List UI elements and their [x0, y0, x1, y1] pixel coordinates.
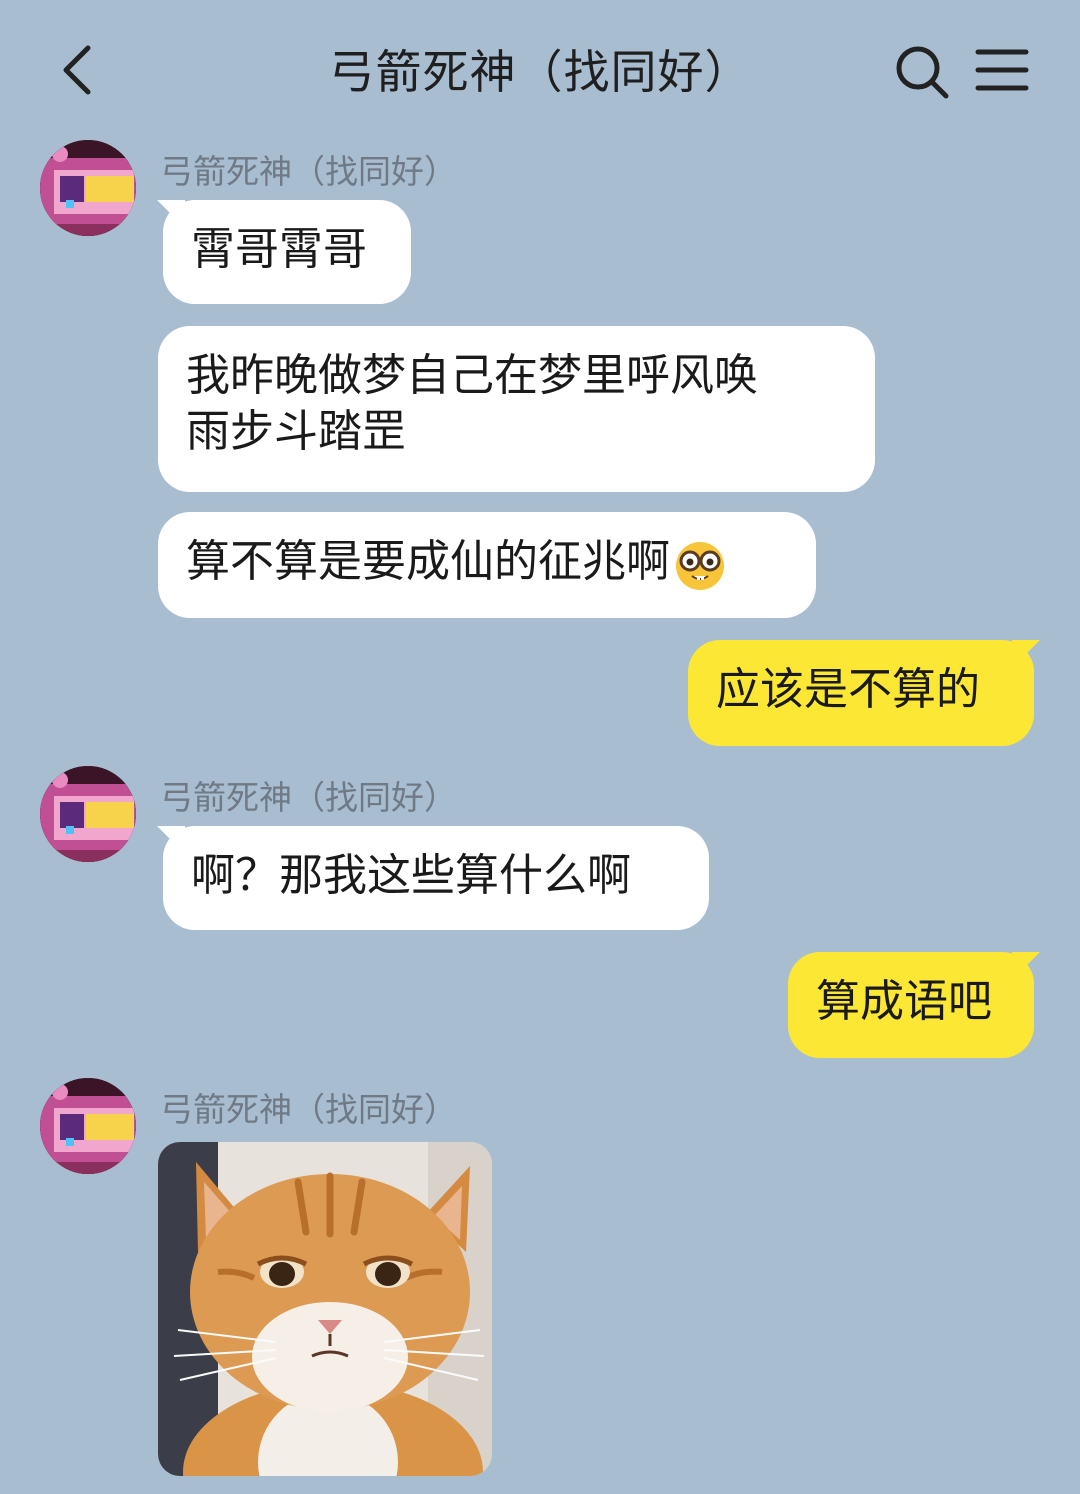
message-bubble[interactable]: 我昨晚做梦自己在梦里呼风唤 雨步斗踏罡 [158, 326, 875, 492]
message-text: 霄哥霄哥 [191, 224, 367, 275]
sender-name: 弓箭死神（找同好） [160, 778, 457, 817]
message-text-line: 我昨晚做梦自己在梦里呼风唤 [186, 350, 758, 401]
nerd-face-emoji-icon [676, 542, 724, 590]
message-bubble-outgoing[interactable]: 算成语吧 [788, 952, 1034, 1058]
message-text: 算不算是要成仙的征兆啊 [186, 536, 670, 587]
chat-header: 弓箭死神（找同好） [0, 0, 1080, 140]
message-bubble[interactable]: 算不算是要成仙的征兆啊 [158, 512, 816, 618]
chevron-left-icon[interactable] [52, 40, 108, 100]
message-bubble[interactable]: 啊？那我这些算什么啊 [163, 826, 709, 930]
message-text: 啊？那我这些算什么啊 [191, 850, 631, 901]
avatar[interactable] [40, 1078, 136, 1174]
message-text-line: 雨步斗踏罡 [186, 406, 406, 457]
message-bubble-outgoing[interactable]: 应该是不算的 [688, 640, 1034, 746]
message-text: 算成语吧 [816, 976, 992, 1027]
message-text: 应该是不算的 [716, 664, 980, 715]
search-icon[interactable] [890, 40, 954, 104]
chat-title: 弓箭死神（找同好） [328, 45, 752, 99]
message-bubble[interactable]: 霄哥霄哥 [163, 200, 411, 304]
orange-cat-image [158, 1142, 492, 1476]
sender-name: 弓箭死神（找同好） [160, 1090, 457, 1129]
avatar[interactable] [40, 766, 136, 862]
avatar[interactable] [40, 140, 136, 236]
sender-name: 弓箭死神（找同好） [160, 152, 457, 191]
cat-image-message[interactable] [158, 1142, 492, 1476]
hamburger-menu-icon[interactable] [972, 40, 1036, 104]
